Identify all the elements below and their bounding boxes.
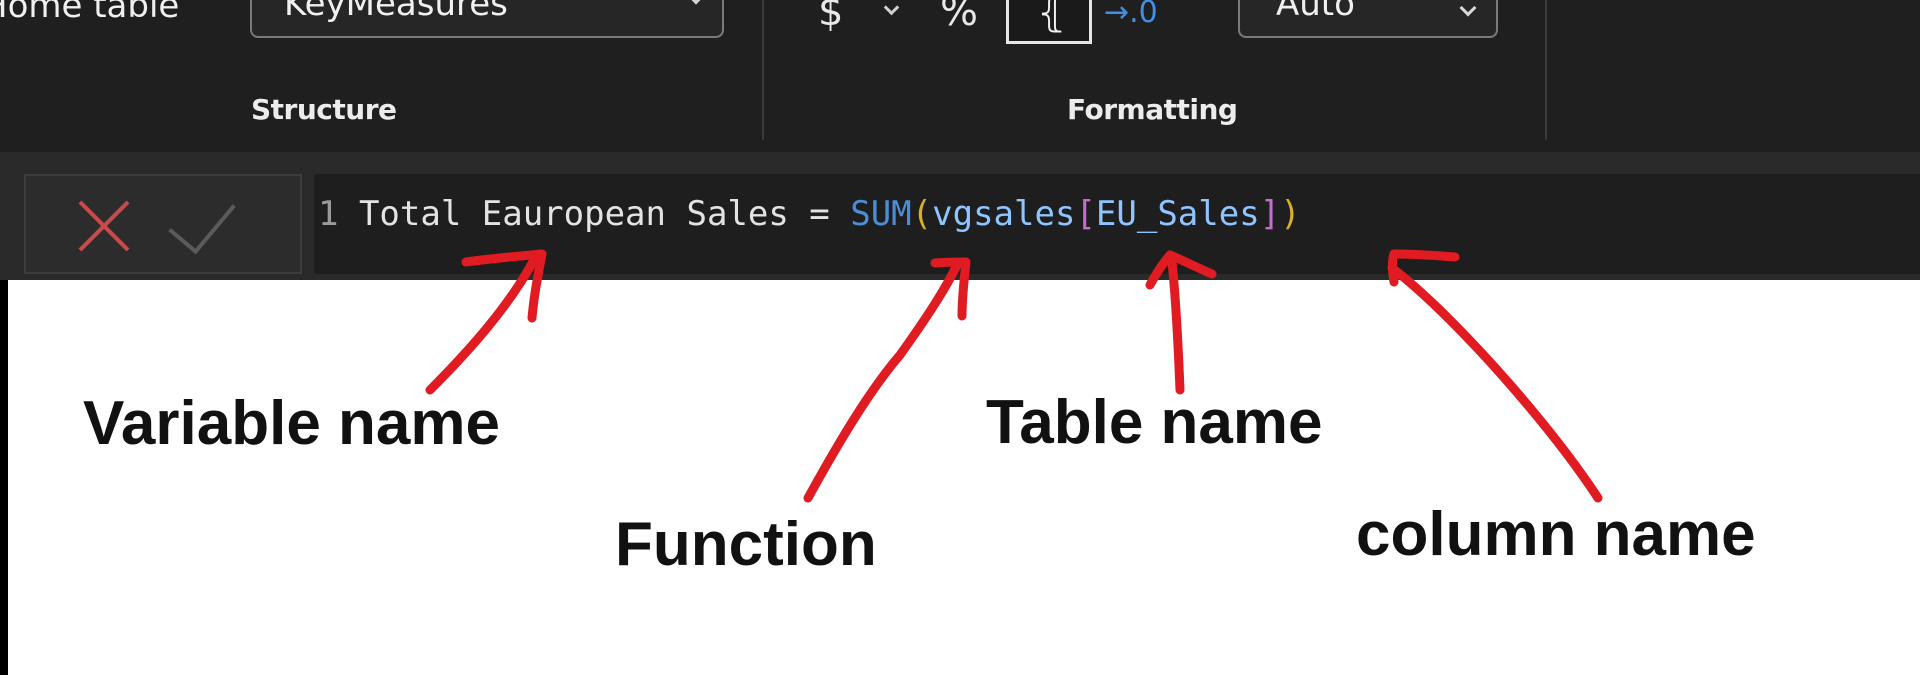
group-divider: [1545, 0, 1547, 140]
chevron-down-icon: [1459, 0, 1477, 17]
formula-action-buttons: [24, 174, 302, 274]
open-bracket-token: [: [1075, 194, 1096, 234]
function-annotation: Function: [615, 510, 877, 579]
home-table-dropdown[interactable]: KeyMeasures: [250, 0, 724, 38]
chevron-down-icon[interactable]: [883, 0, 900, 16]
column-name-annotation: column name: [1356, 500, 1756, 569]
function-token: SUM: [850, 194, 912, 234]
table-token: vgsales: [932, 194, 1076, 234]
home-table-value: KeyMeasures: [284, 0, 508, 24]
column-token: EU_Sales: [1095, 194, 1260, 234]
close-bracket-token: ]: [1259, 194, 1281, 234]
decimal-places-button[interactable]: →.0: [1104, 0, 1158, 30]
line-number: 1: [318, 194, 339, 234]
group-divider: [762, 0, 764, 140]
formula-bar: 1 Total Eauropean Sales = SUM(vgsales[EU…: [0, 152, 1920, 280]
commit-check-icon[interactable]: [168, 183, 236, 255]
chevron-down-icon: [687, 0, 705, 5]
percent-format-button[interactable]: %: [940, 0, 978, 34]
variable-name-annotation: Variable name: [83, 389, 501, 458]
currency-format-button[interactable]: $: [818, 0, 843, 34]
comma-format-button[interactable]: ⦃: [1006, 0, 1092, 44]
formatting-group-label: Formatting: [1067, 93, 1238, 126]
annotation-canvas: Variable name Table name Function column…: [8, 280, 1920, 675]
structure-group-label: Structure: [251, 93, 397, 126]
formula-line: 1 Total Eauropean Sales = SUM(vgsales[EU…: [318, 194, 1301, 234]
close-paren-token: ): [1280, 194, 1301, 234]
auto-format-value: Auto: [1276, 0, 1355, 24]
table-name-annotation: Table name: [986, 388, 1323, 457]
auto-format-dropdown[interactable]: Auto: [1238, 0, 1498, 38]
dax-formula-editor[interactable]: 1 Total Eauropean Sales = SUM(vgsales[EU…: [314, 174, 1920, 274]
open-paren-token: (: [911, 194, 933, 234]
measure-name-token: Total Eauropean Sales =: [338, 194, 851, 234]
cancel-icon[interactable]: [74, 196, 134, 256]
home-table-label: Home table: [0, 0, 180, 26]
ribbon: Home table KeyMeasures $ % ⦃ →.0 Auto St…: [0, 0, 1920, 152]
comma-icon: ⦃: [1037, 0, 1067, 36]
